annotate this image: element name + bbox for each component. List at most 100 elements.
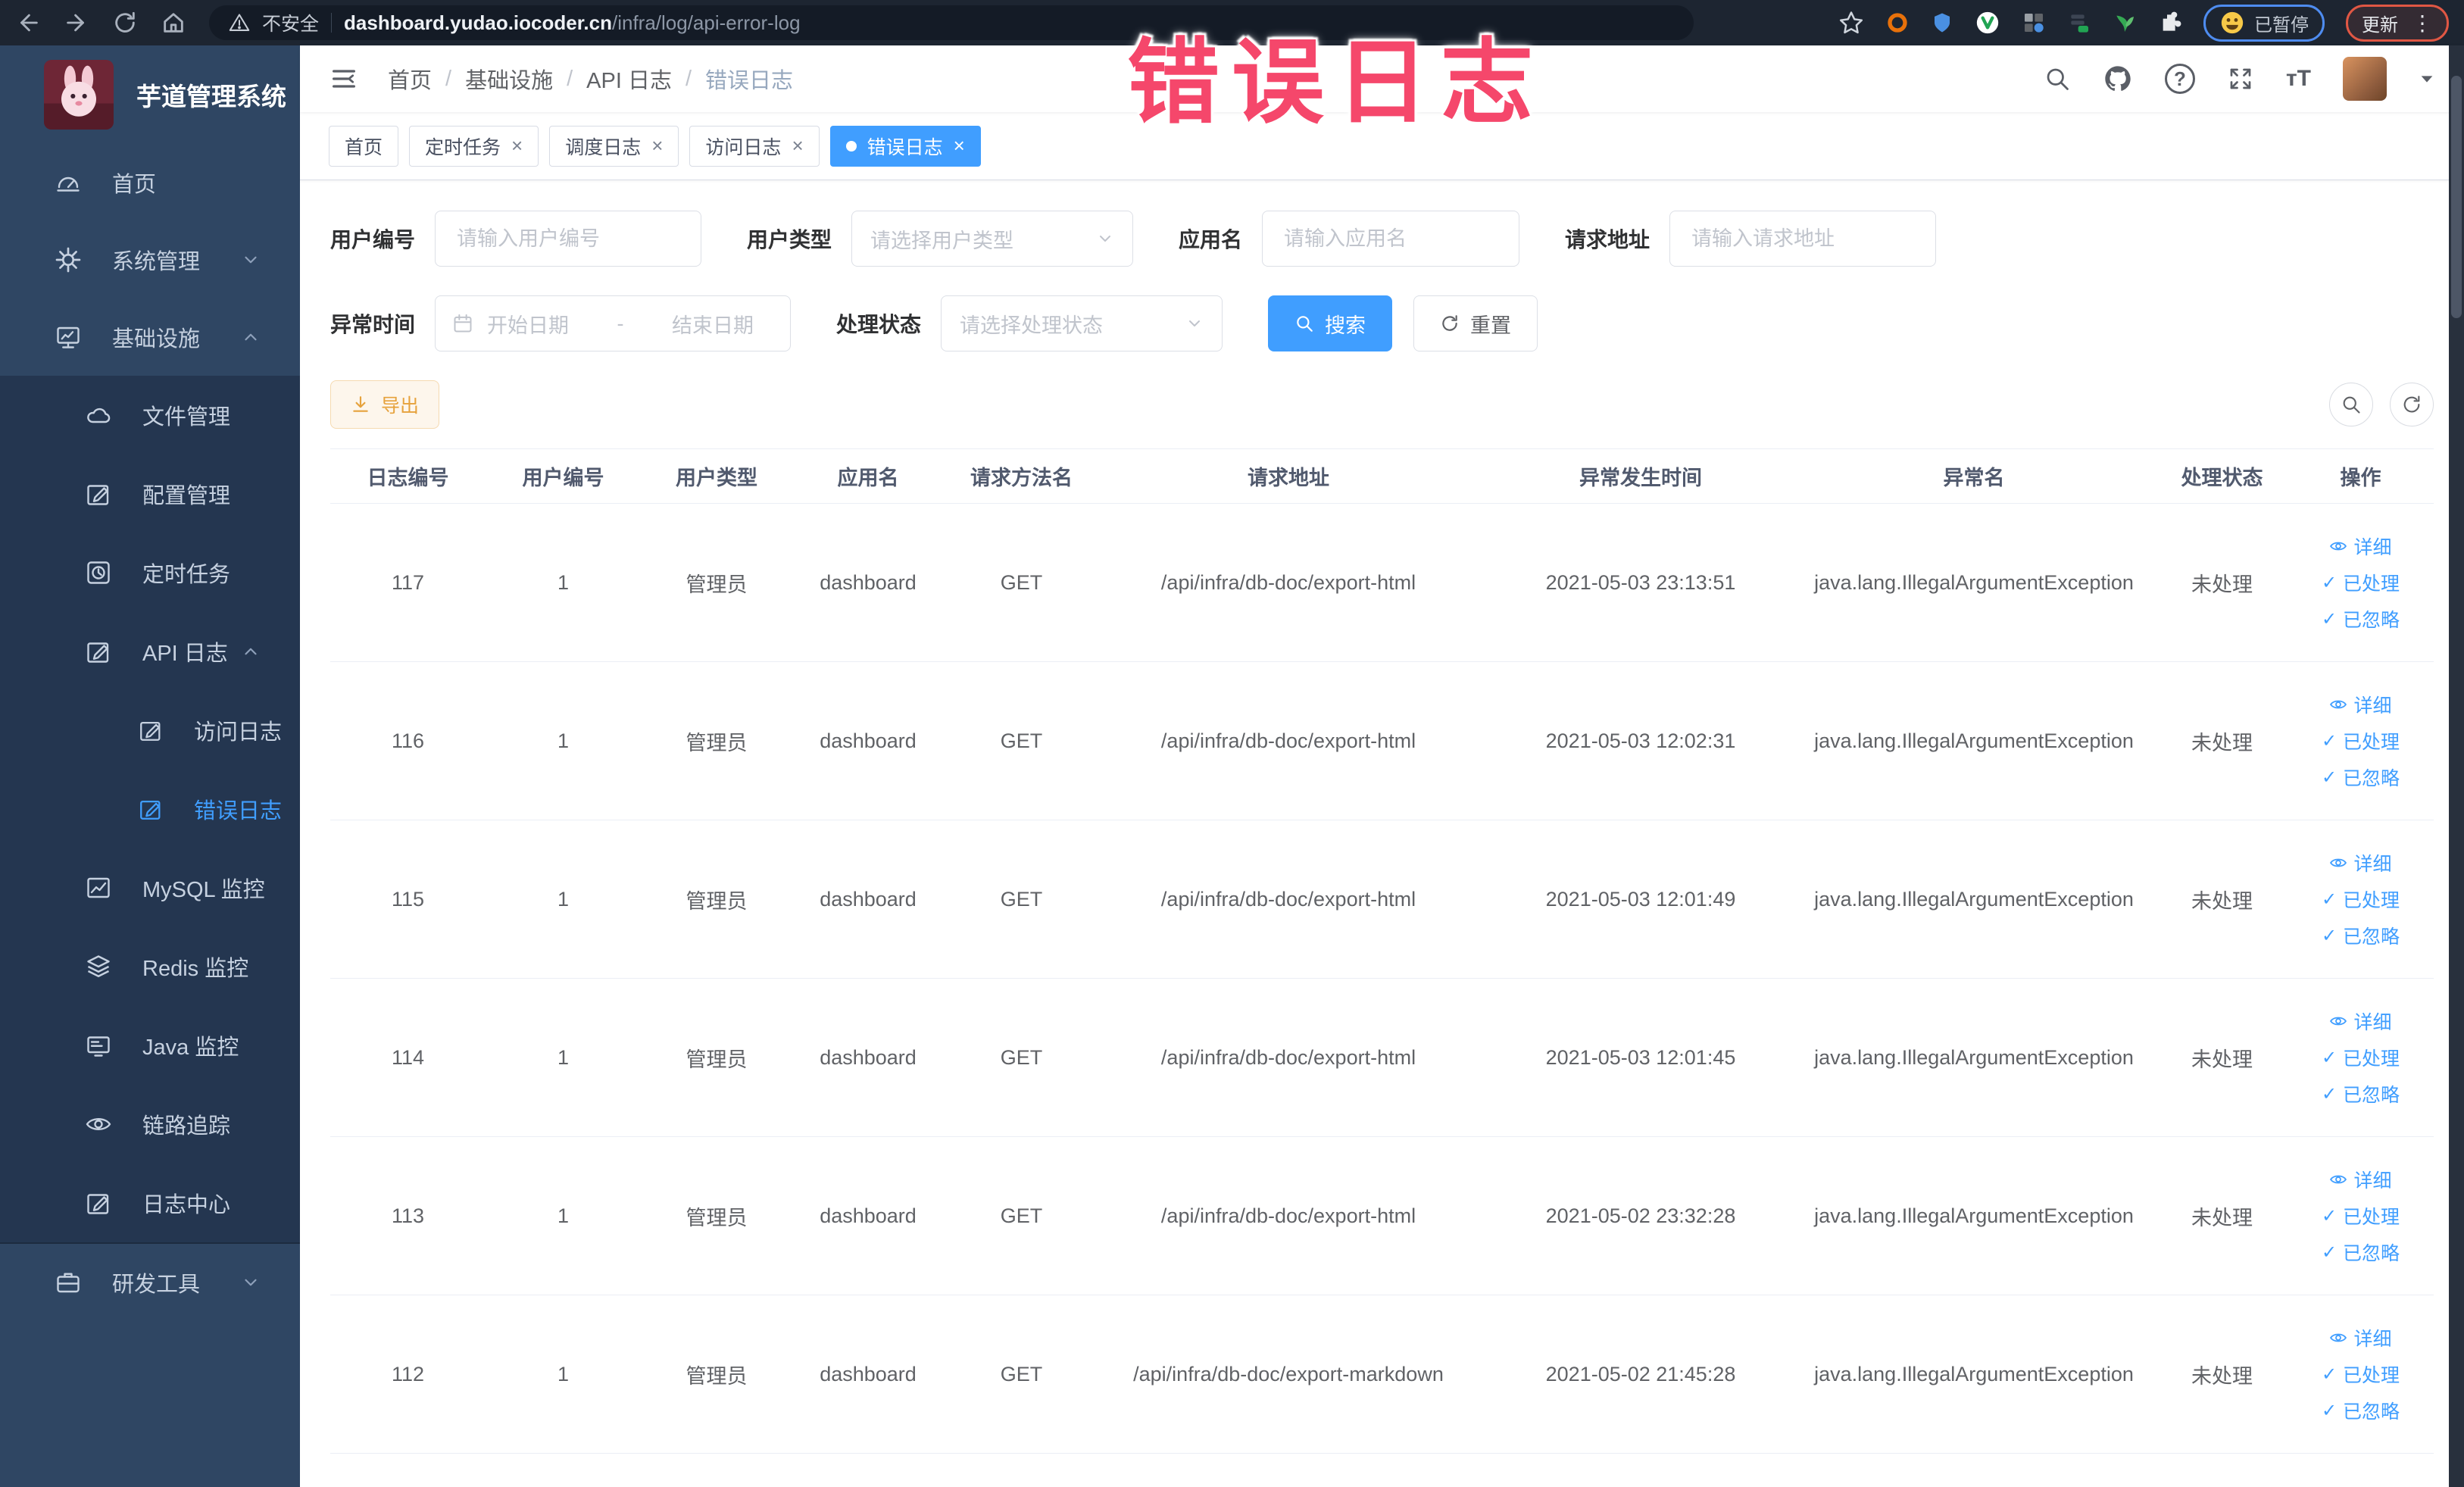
processed-link[interactable]: ✓ 已处理	[2322, 886, 2400, 913]
extension-puzzle-icon[interactable]	[2158, 11, 2182, 35]
sidebar-item-java-monitor[interactable]: Java 监控	[0, 1006, 300, 1085]
screen-icon	[85, 1032, 112, 1059]
ignored-link[interactable]: ✓ 已忽略	[2322, 605, 2400, 633]
hamburger-icon[interactable]	[329, 64, 359, 94]
github-icon[interactable]	[2103, 64, 2133, 94]
extension-shield-icon[interactable]	[1931, 11, 1953, 34]
update-badge[interactable]: 更新 ⋮	[2346, 4, 2449, 42]
refresh-icon	[1440, 314, 1460, 333]
processed-link[interactable]: ✓ 已处理	[2322, 1360, 2400, 1388]
export-button[interactable]: 导出	[330, 380, 440, 429]
extension-v-icon[interactable]	[1975, 10, 2000, 36]
forward-icon[interactable]	[64, 10, 89, 36]
processed-link[interactable]: ✓ 已处理	[2322, 1202, 2400, 1229]
detail-link[interactable]: 详细	[2329, 1007, 2392, 1035]
screen: 不安全 dashboard.yudao.iocoder.cn/infra/log…	[0, 0, 2464, 1487]
breadcrumb-current: 错误日志	[705, 69, 794, 93]
help-icon[interactable]: ?	[2164, 64, 2195, 94]
ignored-link[interactable]: ✓ 已忽略	[2322, 1239, 2400, 1266]
sidebar-item-file-manage[interactable]: 文件管理	[0, 376, 300, 455]
divider	[331, 13, 333, 33]
sidebar-item-api-log[interactable]: API 日志	[0, 612, 300, 691]
user-id-input[interactable]	[435, 211, 702, 267]
sidebar-item-redis-monitor[interactable]: Redis 监控	[0, 927, 300, 1006]
sidebar-item-error-log[interactable]: 错误日志	[0, 770, 300, 848]
close-icon[interactable]: ×	[954, 134, 965, 158]
sidebar-item-config-manage[interactable]: 配置管理	[0, 455, 300, 533]
chevron-up-icon	[241, 642, 261, 661]
sidebar-item-scheduled-jobs[interactable]: 定时任务	[0, 533, 300, 612]
breadcrumb-item[interactable]: API 日志	[586, 63, 672, 95]
tab-schedule-log[interactable]: 调度日志 ×	[549, 125, 679, 167]
reset-button[interactable]: 重置	[1413, 295, 1538, 351]
request-url-input[interactable]	[1669, 211, 1937, 267]
range-separator: -	[617, 311, 624, 335]
home-icon[interactable]	[161, 10, 186, 36]
scrollbar-thumb[interactable]	[2451, 76, 2462, 318]
tab-home[interactable]: 首页	[329, 125, 399, 167]
sidebar-logo[interactable]: 芋道管理系统	[0, 45, 300, 144]
paused-badge[interactable]: 已暂停	[2203, 4, 2325, 42]
refresh-button[interactable]	[2390, 383, 2434, 426]
address-bar[interactable]: 不安全 dashboard.yudao.iocoder.cn/infra/log…	[209, 5, 1694, 40]
filter-row-2: 异常时间 开始日期 - 结束日期 处理状态 请选择处理状态 搜索 重置	[330, 295, 2434, 351]
processed-link[interactable]: ✓ 已处理	[2322, 727, 2400, 754]
detail-link[interactable]: 详细	[2329, 1324, 2392, 1351]
table-row: 116 1 管理员 dashboard GET /api/infra/db-do…	[330, 662, 2434, 820]
ignored-link[interactable]: ✓ 已忽略	[2322, 922, 2400, 949]
user-type-select[interactable]: 请选择用户类型	[851, 211, 1134, 267]
bookmark-star-icon[interactable]	[1838, 10, 1864, 36]
layers-icon	[85, 953, 112, 980]
search-button[interactable]: 搜索	[1268, 295, 1393, 351]
app: 芋道管理系统 首页 系统管理 基础设施 文件管理 配置管理 定时任务 API 日…	[0, 45, 2464, 1487]
reload-icon[interactable]	[112, 10, 138, 36]
sidebar-item-label: Java 监控	[142, 1036, 239, 1060]
sidebar-item-tracing[interactable]: 链路追踪	[0, 1085, 300, 1164]
tab-error-log[interactable]: 错误日志 ×	[829, 125, 981, 167]
ignored-link[interactable]: ✓ 已忽略	[2322, 764, 2400, 791]
extension-adblock-icon[interactable]	[1885, 11, 1910, 35]
detail-link[interactable]: 详细	[2329, 533, 2392, 560]
close-icon[interactable]: ×	[511, 134, 523, 158]
extension-grid-icon[interactable]	[2022, 11, 2046, 35]
detail-link[interactable]: 详细	[2329, 849, 2392, 876]
sidebar-item-system[interactable]: 系统管理	[0, 221, 300, 298]
tab-scheduled-jobs[interactable]: 定时任务 ×	[409, 125, 539, 167]
avatar[interactable]	[2343, 57, 2387, 101]
breadcrumb-item[interactable]: 首页	[388, 63, 432, 95]
caret-down-icon[interactable]	[2419, 70, 2435, 87]
breadcrumb-item[interactable]: 基础设施	[465, 63, 553, 95]
processed-link[interactable]: ✓ 已处理	[2322, 1044, 2400, 1071]
sidebar-item-home[interactable]: 首页	[0, 144, 300, 221]
process-status-select[interactable]: 请选择处理状态	[941, 295, 1223, 351]
browser-menu-icon[interactable]: ⋮	[2412, 11, 2433, 36]
detail-link[interactable]: 详细	[2329, 691, 2392, 718]
detail-link[interactable]: 详细	[2329, 1166, 2392, 1193]
sidebar-item-dev-tools[interactable]: 研发工具	[0, 1244, 300, 1321]
hide-search-button[interactable]	[2329, 383, 2373, 426]
sidebar-item-log-center[interactable]: 日志中心	[0, 1164, 300, 1242]
table-toolbar: 导出	[330, 380, 2434, 429]
page-scrollbar[interactable]	[2449, 45, 2464, 1487]
processed-link[interactable]: ✓ 已处理	[2322, 569, 2400, 596]
back-icon[interactable]	[15, 10, 41, 36]
ignored-link[interactable]: ✓ 已忽略	[2322, 1080, 2400, 1107]
tab-access-log[interactable]: 访问日志 ×	[689, 125, 820, 167]
extension-onoff-icon[interactable]	[2067, 11, 2091, 35]
sidebar-item-mysql-monitor[interactable]: MySQL 监控	[0, 848, 300, 927]
user-type-label: 用户类型	[747, 228, 832, 251]
sidebar-item-infra[interactable]: 基础设施	[0, 298, 300, 376]
ignored-link[interactable]: ✓ 已忽略	[2322, 1397, 2400, 1424]
fullscreen-icon[interactable]	[2227, 65, 2254, 92]
close-icon[interactable]: ×	[792, 134, 803, 158]
edit-square-icon	[85, 480, 112, 508]
close-icon[interactable]: ×	[651, 134, 663, 158]
breadcrumb-separator: /	[685, 66, 692, 91]
search-icon[interactable]	[2044, 65, 2071, 92]
extension-leaf-icon[interactable]	[2113, 11, 2137, 35]
sidebar-item-access-log[interactable]: 访问日志	[0, 691, 300, 770]
app-name-input[interactable]	[1262, 211, 1520, 267]
date-range-picker[interactable]: 开始日期 - 结束日期	[435, 295, 792, 351]
dashboard-icon	[55, 169, 82, 196]
font-size-icon[interactable]: тT	[2286, 66, 2311, 92]
